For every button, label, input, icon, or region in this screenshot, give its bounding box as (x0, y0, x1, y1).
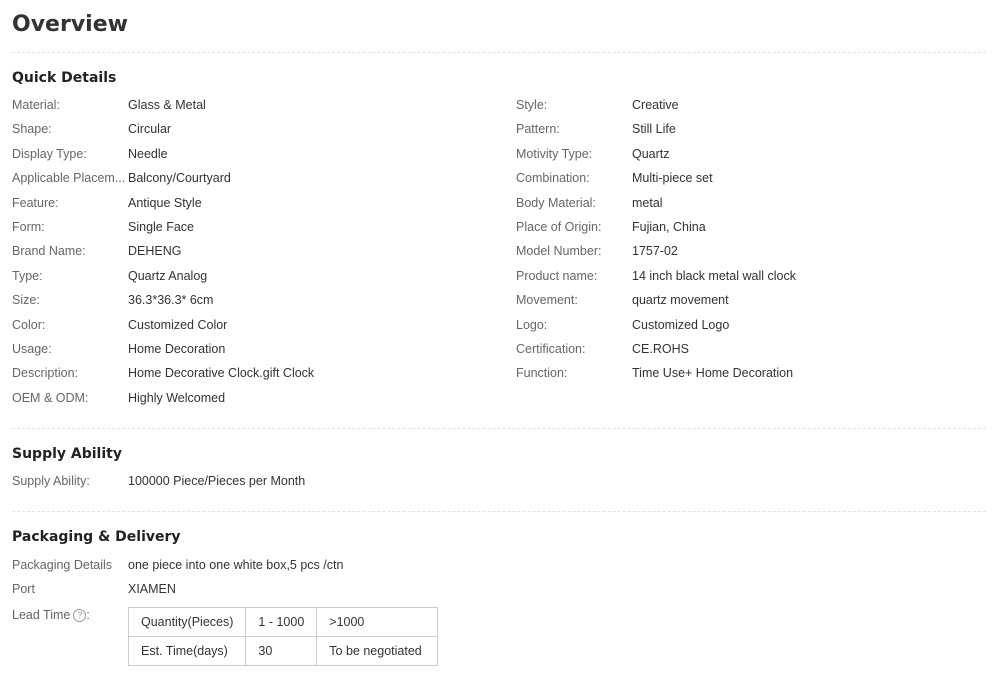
detail-value: metal (632, 195, 663, 210)
detail-value: Home Decoration (128, 342, 226, 356)
detail-label: Pattern: (516, 122, 560, 137)
lead-time-label: Lead Time (12, 608, 71, 622)
supply-ability-title: Supply Ability (12, 446, 122, 462)
question-circle-icon[interactable]: ? (73, 609, 87, 622)
detail-label: Certification: (516, 342, 586, 356)
detail-value: Needle (128, 146, 168, 161)
supply-ability-label: Supply Ability: (12, 474, 90, 488)
detail-label: Place of Origin: (516, 220, 602, 234)
port-label: Port (12, 582, 35, 596)
detail-value: Still Life (632, 122, 676, 137)
detail-label: Function: (516, 366, 568, 381)
detail-label: Usage: (12, 342, 52, 356)
detail-value: Glass & Metal (128, 98, 206, 112)
table-row: Quantity(Pieces) 1 - 1000 >1000 (127, 607, 439, 637)
table-cell: To be negotiated (316, 636, 439, 666)
detail-value: DEHENG (128, 244, 182, 259)
detail-value: CE.ROHS (632, 342, 689, 356)
detail-value: Balcony/Courtyard (128, 171, 231, 186)
detail-label: Type: (12, 268, 43, 283)
detail-label: Movement: (516, 293, 578, 308)
table-row: Est. Time(days) 30 To be negotiated (127, 636, 439, 666)
detail-value: Quartz Analog (128, 268, 208, 283)
supply-ability-value: 100000 Piece/Pieces per Month (128, 474, 306, 488)
packaging-delivery-title: Packaging & Delivery (12, 529, 181, 545)
table-cell: 1 - 1000 (245, 607, 318, 637)
detail-value: 36.3*36.3* 6cm (128, 293, 214, 308)
detail-label: Display Type: (12, 146, 87, 161)
detail-value: Circular (128, 122, 172, 137)
detail-value: Multi-piece set (632, 171, 713, 186)
detail-value: Customized Logo (632, 317, 730, 332)
detail-label: Feature: (12, 195, 59, 210)
detail-value: Fujian, China (632, 220, 706, 234)
detail-value: Highly Welcomed (128, 390, 226, 405)
detail-value: quartz movement (632, 293, 729, 308)
divider (12, 428, 986, 429)
lead-time-label-wrap: Lead Time?: (12, 608, 90, 622)
detail-label: Motivity Type: (516, 146, 593, 161)
detail-value: Time Use+ Home Decoration (632, 366, 794, 381)
detail-label: Style: (516, 98, 548, 112)
detail-label: Combination: (516, 171, 590, 186)
detail-value: 1757-02 (632, 244, 678, 259)
detail-label: OEM & ODM: (12, 390, 89, 405)
detail-value: Home Decorative Clock.gift Clock (128, 366, 315, 381)
table-cell: 30 (245, 636, 318, 666)
detail-label: Model Number: (516, 244, 602, 259)
lead-time-table: Quantity(Pieces) 1 - 1000 >1000 Est. Tim… (127, 607, 439, 666)
detail-value: Creative (632, 98, 679, 112)
port-value: XIAMEN (128, 582, 176, 596)
table-cell: Est. Time(days) (127, 636, 247, 666)
quick-details-title: Quick Details (12, 70, 117, 86)
detail-label: Size: (12, 293, 40, 308)
page-title: Overview (12, 12, 128, 37)
divider (12, 511, 986, 512)
detail-value: Quartz (632, 146, 670, 161)
packaging-details-value: one piece into one white box,5 pcs /ctn (128, 558, 344, 572)
detail-label: Material: (12, 98, 60, 112)
detail-label: Logo: (516, 317, 548, 332)
detail-label: Brand Name: (12, 244, 86, 259)
divider (12, 52, 986, 53)
detail-label: Form: (12, 220, 45, 234)
detail-label: Applicable Placem... (12, 171, 126, 186)
detail-label: Shape: (12, 122, 52, 137)
detail-value: 14 inch black metal wall clock (632, 268, 796, 283)
detail-label: Product name: (516, 268, 598, 283)
detail-value: Antique Style (128, 195, 202, 210)
product-overview: Overview Quick Details Material: Glass & … (0, 0, 999, 683)
detail-label: Description: (12, 366, 78, 381)
detail-value: Single Face (128, 220, 195, 234)
detail-label: Body Material: (516, 195, 596, 210)
detail-label: Color: (12, 317, 46, 332)
table-cell: >1000 (316, 607, 439, 637)
detail-value: Customized Color (128, 317, 228, 332)
table-cell: Quantity(Pieces) (127, 607, 247, 637)
packaging-details-label: Packaging Details (12, 558, 113, 572)
